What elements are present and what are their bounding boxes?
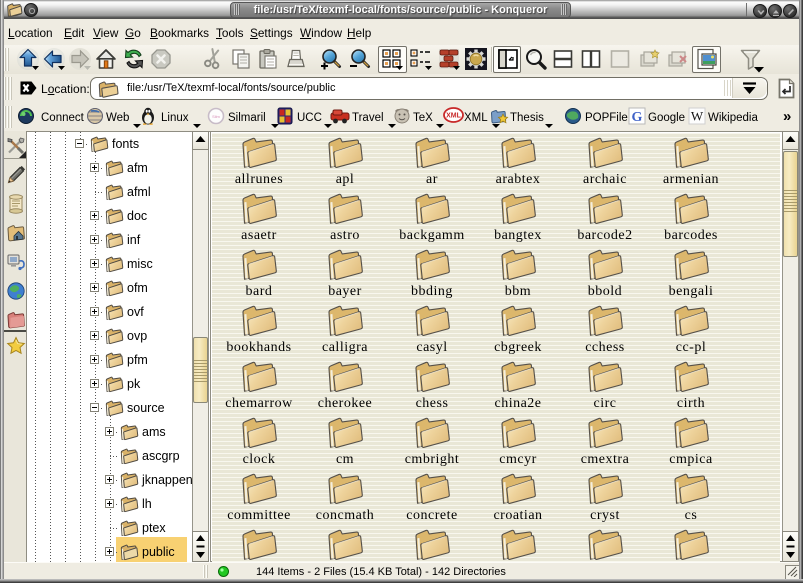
svg-text:XML: XML xyxy=(446,113,462,120)
svg-text:Silm: Silm xyxy=(212,114,220,119)
svg-text:G: G xyxy=(632,110,643,125)
svg-text:W: W xyxy=(691,109,704,124)
